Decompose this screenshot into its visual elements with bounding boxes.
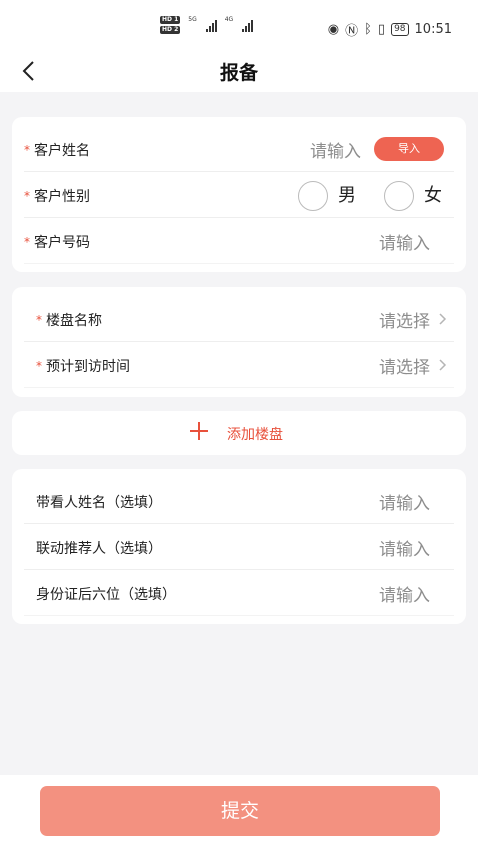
required-mark: * [24, 235, 30, 249]
customer-name-input[interactable]: 请输入 [310, 137, 361, 162]
referrer-label: 联动推荐人（选填） [36, 541, 162, 557]
customer-phone-label: * 客户号码 [24, 232, 90, 252]
import-button[interactable]: 导入 [374, 137, 444, 161]
guide-name-label: 带看人姓名（选填） [36, 495, 162, 511]
gender-male-label[interactable]: 男 [338, 181, 356, 207]
referrer-row: 联动推荐人（选填） 请输入 [24, 524, 454, 570]
visit-time-label-text: 预计到访时间 [46, 359, 130, 375]
gender-female-label[interactable]: 女 [424, 181, 442, 207]
guide-name-input[interactable]: 请输入 [379, 489, 430, 514]
property-name-select[interactable]: 请选择 [379, 307, 430, 332]
required-mark: * [24, 189, 30, 203]
chevron-right-icon [439, 359, 447, 371]
required-mark: * [36, 359, 42, 373]
customer-gender-row: * 客户性别 男 女 [24, 172, 454, 218]
plus-icon [190, 421, 210, 441]
nfc-icon: Ⓝ [345, 24, 359, 39]
customer-name-label: * 客户姓名 [24, 140, 90, 160]
visit-time-label: * 预计到访时间 [36, 356, 130, 376]
clock: 10:51 [414, 22, 452, 37]
vibrate-icon: ▯ [377, 22, 386, 37]
signal2-icon [242, 18, 254, 32]
chevron-right-icon [439, 313, 447, 325]
bluetooth-icon: ᛒ [364, 22, 372, 37]
customer-name-label-text: 客户姓名 [34, 143, 90, 159]
id-last-six-label: 身份证后六位（选填） [36, 587, 176, 603]
property-name-label: * 楼盘名称 [36, 310, 102, 330]
hd1-badge: HD 1 [160, 16, 181, 24]
customer-phone-input[interactable]: 请输入 [379, 229, 430, 254]
page-title: 报备 [219, 62, 258, 84]
eye-icon: ◉ [327, 22, 340, 37]
customer-phone-label-text: 客户号码 [34, 235, 90, 251]
customer-gender-label-text: 客户性别 [34, 189, 90, 205]
network2-label: 4G [224, 15, 234, 23]
required-mark: * [24, 143, 30, 157]
status-bar: HD 1 HD 2 5G 4G ◉ Ⓝ ᛒ ▯ 98 10:51 [0, 0, 478, 50]
network1-label: 5G [188, 15, 197, 23]
gender-female-radio[interactable] [384, 181, 414, 211]
signal1-icon [205, 18, 217, 32]
visit-time-row[interactable]: * 预计到访时间 请选择 [24, 342, 454, 388]
customer-name-row: * 客户姓名 请输入 导入 [24, 126, 454, 172]
guide-name-row: 带看人姓名（选填） 请输入 [24, 478, 454, 524]
required-mark: * [36, 313, 42, 327]
add-property-card: 添加楼盘 [12, 411, 466, 455]
battery-icon: 98 [391, 23, 409, 36]
customer-phone-row: * 客户号码 请输入 [24, 218, 454, 264]
gender-male-radio[interactable] [298, 181, 328, 211]
hd2-badge: HD 2 [160, 26, 181, 34]
property-name-label-text: 楼盘名称 [46, 313, 102, 329]
submit-button[interactable]: 提交 [40, 786, 440, 836]
customer-gender-label: * 客户性别 [24, 186, 90, 206]
bottom-bar: 提交 [0, 775, 478, 850]
optional-card: 带看人姓名（选填） 请输入 联动推荐人（选填） 请输入 身份证后六位（选填） 请… [12, 469, 466, 624]
customer-card: * 客户姓名 请输入 导入 * 客户性别 男 女 * 客户号码 请输入 [12, 117, 466, 272]
add-property-label: 添加楼盘 [227, 427, 283, 443]
referrer-input[interactable]: 请输入 [379, 535, 430, 560]
nav-bar: 报备 [0, 50, 478, 92]
property-name-row[interactable]: * 楼盘名称 请选择 [24, 296, 454, 342]
id-last-six-input[interactable]: 请输入 [379, 581, 430, 606]
visit-time-select[interactable]: 请选择 [379, 353, 430, 378]
id-last-six-row: 身份证后六位（选填） 请输入 [24, 570, 454, 616]
property-card: * 楼盘名称 请选择 * 预计到访时间 请选择 [12, 287, 466, 397]
add-property-button[interactable]: 添加楼盘 [12, 411, 466, 455]
